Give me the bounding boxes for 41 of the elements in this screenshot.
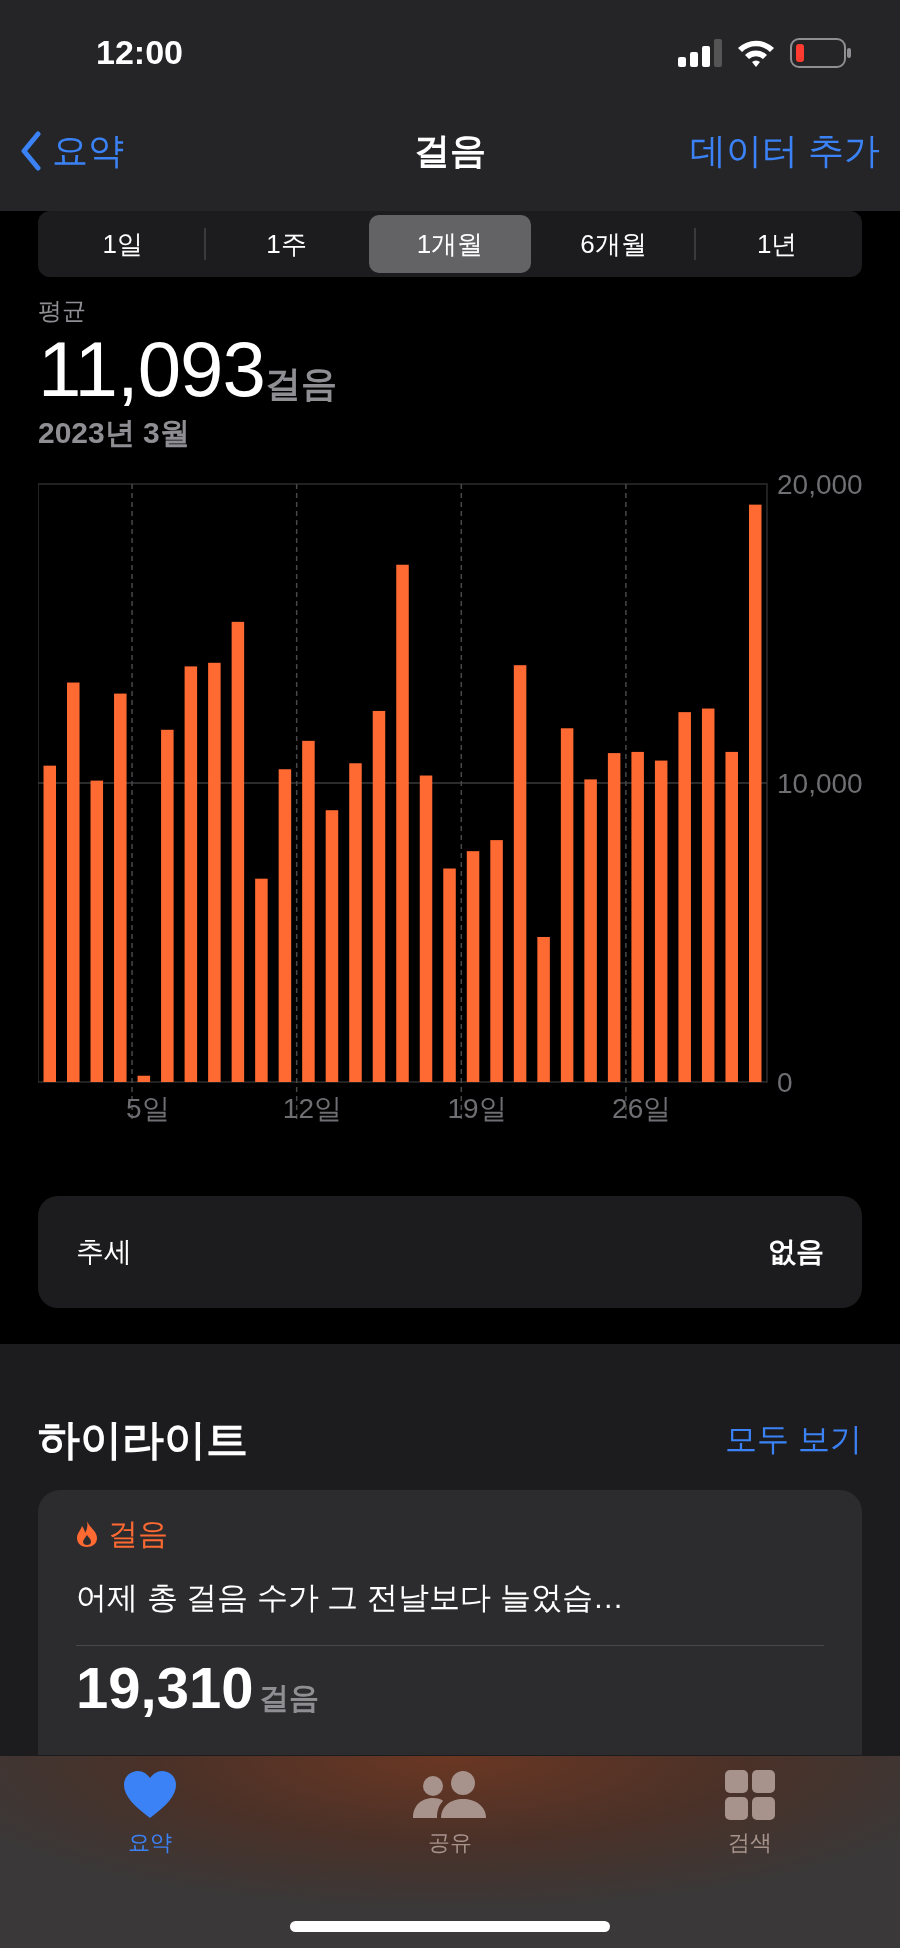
trend-label: 추세 [76,1234,132,1269]
highlight-card[interactable]: 걸음 어제 총 걸음 수가 그 전날보다 늘었습… 19,310 걸음 [38,1489,862,1755]
flame-icon [76,1520,98,1549]
section-title: 하이라이트 [38,1414,248,1465]
axis-label: 0 [777,1066,793,1098]
heart-icon [122,1770,178,1820]
segment-tab[interactable]: 1일 [42,215,204,273]
grid-icon [725,1770,775,1820]
average-value: 11,093 [38,329,265,411]
trend-value: 없음 [768,1234,824,1269]
axis-label: 26일 [612,1092,672,1124]
unit-label: 걸음 [259,1679,320,1716]
tab-item[interactable]: 검색 [725,1770,775,1858]
segment-tab[interactable]: 6개월 [532,215,695,273]
axis-label: 20,000 [777,471,862,500]
date-range: 2023년 3월 [38,414,191,451]
axis-label: 19일 [447,1092,507,1124]
category-label: 걸음 [108,1515,168,1552]
status-time: 12:00 [96,33,183,72]
signal-icon [678,38,722,67]
highlight-text: 어제 총 걸음 수가 그 전날보다 늘었습… [76,1576,824,1646]
segment-tab[interactable]: 1년 [696,215,858,273]
segment-tab[interactable]: 1주 [205,215,368,273]
tab-item[interactable]: 공유 [413,1770,487,1858]
axis-label: 10,000 [777,767,862,799]
unit-label: 걸음 [264,362,337,406]
show-all-link[interactable]: 모두 보기 [725,1417,862,1462]
page-title: 걸음 [414,128,486,173]
battery-icon [790,37,852,68]
segment-tab[interactable]: 1개월 [369,215,531,273]
back-button[interactable]: 요약 [20,126,124,176]
axis-label: 12일 [282,1092,342,1124]
tab-item[interactable]: 요약 [122,1770,178,1858]
bar [137,1075,151,1082]
add-data-button[interactable]: 데이터 추가 [690,126,880,176]
chevron-left-icon [20,131,42,171]
people-icon [413,1770,487,1820]
average-label: 평균 [38,296,87,326]
highlight-value: 19,310 [76,1655,254,1720]
axis-label: 5일 [126,1092,170,1124]
trend-row[interactable]: 추세 없음 [38,1195,862,1308]
